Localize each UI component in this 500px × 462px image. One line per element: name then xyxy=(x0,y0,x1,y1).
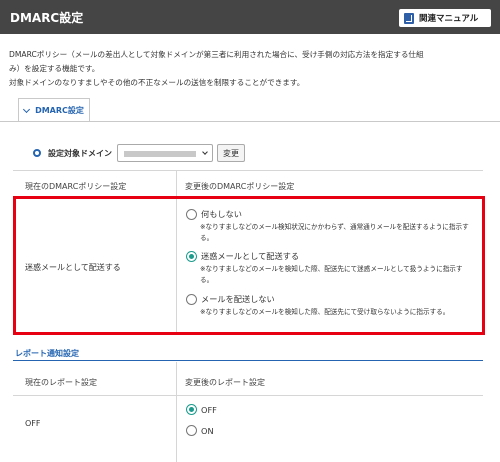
column-header-new-policy: 変更後のDMARCポリシー設定 xyxy=(185,182,295,191)
page-title: DMARC設定 xyxy=(10,11,84,25)
option-label: 何もしない xyxy=(201,209,242,219)
page-description: DMARCポリシー（メールの差出人として対象ドメインが第三者に利用された場合に、… xyxy=(9,48,494,90)
description-line: DMARCポリシー（メールの差出人として対象ドメインが第三者に利用された場合に、… xyxy=(9,50,424,59)
chevron-down-icon xyxy=(202,149,208,155)
radio-button[interactable] xyxy=(186,293,197,305)
page-header: DMARC設定 関連マニュアル xyxy=(0,0,500,34)
domain-select-value xyxy=(124,151,196,157)
option-label: ON xyxy=(201,425,214,436)
current-policy-value: 迷惑メールとして配送する xyxy=(25,263,121,272)
column-header-current-policy: 現在のDMARCポリシー設定 xyxy=(25,182,127,191)
report-option-on[interactable]: ON xyxy=(186,425,214,436)
table-divider xyxy=(13,170,483,171)
related-manual-button[interactable]: 関連マニュアル xyxy=(399,9,491,27)
column-header-current-report: 現在のレポート設定 xyxy=(25,378,97,387)
column-divider xyxy=(176,362,177,462)
column-divider xyxy=(176,199,177,332)
column-header-new-report: 変更後のレポート設定 xyxy=(185,378,265,387)
option-note: ※なりすましなどのメールを検知した際、配送先にて迷惑メールとして扱うように指示す… xyxy=(200,265,463,284)
change-domain-button[interactable]: 変更 xyxy=(217,144,245,162)
domain-select[interactable] xyxy=(117,144,213,162)
description-line: 対象ドメインのなりすましやその他の不正なメールの送信を制限することができます。 xyxy=(9,78,305,87)
option-note: ※なりすましなどのメール検知状況にかかわらず、通常通りメールを配送するように指示… xyxy=(200,223,469,242)
tab-divider xyxy=(0,121,500,122)
radio-button-selected[interactable] xyxy=(186,250,197,262)
report-section-title: レポート通知設定 xyxy=(15,349,79,358)
option-label: OFF xyxy=(201,404,217,415)
option-label: 迷惑メールとして配送する xyxy=(201,251,300,261)
radio-button-selected[interactable] xyxy=(186,404,197,415)
radio-button[interactable] xyxy=(186,425,197,436)
report-option-off[interactable]: OFF xyxy=(186,404,217,415)
related-manual-label: 関連マニュアル xyxy=(419,14,479,24)
current-report-value: OFF xyxy=(25,419,41,428)
chevron-down-icon xyxy=(23,105,31,113)
tab-dmarc-settings[interactable]: DMARC設定 xyxy=(18,98,90,122)
policy-option-none[interactable]: 何もしない ※なりすましなどのメール検知状況にかかわらず、通常通りメールを配送す… xyxy=(186,208,472,244)
section-divider xyxy=(13,360,483,361)
table-divider xyxy=(13,395,483,396)
policy-option-quarantine[interactable]: 迷惑メールとして配送する ※なりすましなどのメールを検知した際、配送先にて迷惑メ… xyxy=(186,250,472,286)
option-note: ※なりすましなどのメールを検知した際、配送先にて受け取らないように指示する。 xyxy=(200,308,450,316)
domain-label: 設定対象ドメイン xyxy=(48,148,112,158)
book-icon xyxy=(404,12,414,24)
policy-option-reject[interactable]: メールを配送しない ※なりすましなどのメールを検知した際、配送先にて受け取らない… xyxy=(186,293,472,318)
bullet-icon xyxy=(33,149,41,157)
option-label: メールを配送しない xyxy=(201,294,275,304)
domain-selector-row: 設定対象ドメイン 変更 xyxy=(33,144,245,162)
tab-label: DMARC設定 xyxy=(35,106,84,115)
radio-button[interactable] xyxy=(186,208,197,220)
description-line: み）を設定する機能です。 xyxy=(9,64,100,73)
